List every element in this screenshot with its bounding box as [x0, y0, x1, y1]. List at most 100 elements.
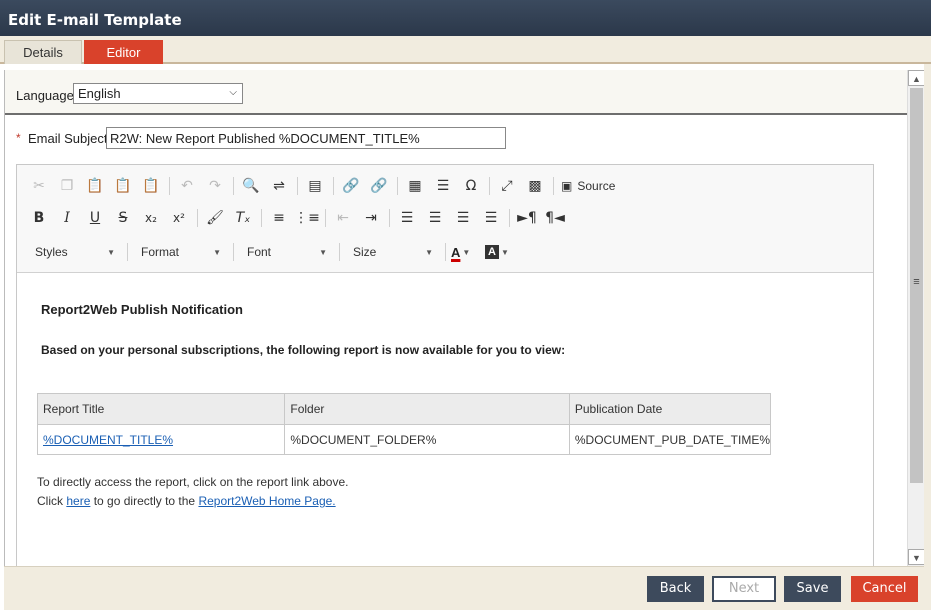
indent-icon[interactable]: ⇥: [359, 206, 383, 230]
home-page-line: Click here to go directly to the Report2…: [37, 494, 336, 508]
text-color-button[interactable]: A ▼: [451, 240, 481, 264]
horizontal-line-icon[interactable]: ☰: [431, 174, 455, 198]
chevron-down-icon: ▼: [425, 247, 433, 257]
background-color-icon: A: [485, 245, 499, 259]
tab-strip: Details Editor: [0, 36, 931, 64]
vertical-scrollbar[interactable]: ▲ ≡ ▼: [907, 70, 925, 566]
toolbar-separator: [169, 177, 170, 195]
copy-format-icon[interactable]: 🖌: [203, 206, 227, 230]
toolbar-separator: [553, 177, 554, 195]
toolbar-row-1: ✂ ❐ 📋 📋 📋 ↶ ↷ 🔍 ⇌ ▤ 🔗 🔗 ▦ ☰ Ω ⤢ ▩ ▣ Sour…: [27, 173, 615, 199]
format-dropdown[interactable]: Format ▼: [133, 240, 227, 264]
save-button[interactable]: Save: [784, 576, 841, 602]
home-page-middle: to go directly to the: [90, 494, 199, 508]
table-header: Folder: [284, 393, 570, 425]
report-title-link[interactable]: %DOCUMENT_TITLE%: [43, 433, 173, 447]
remove-format-icon[interactable]: Tₓ: [231, 206, 255, 230]
toolbar-separator: [233, 243, 234, 261]
align-left-icon[interactable]: ☰: [395, 206, 419, 230]
link-icon[interactable]: 🔗: [339, 174, 363, 198]
find-icon[interactable]: 🔍: [239, 174, 263, 198]
tab-editor[interactable]: Editor: [84, 40, 163, 64]
font-label: Font: [247, 245, 272, 259]
chevron-down-icon: ▼: [319, 247, 327, 257]
styles-dropdown[interactable]: Styles ▼: [27, 240, 121, 264]
paste-icon[interactable]: 📋: [83, 174, 107, 198]
table-icon[interactable]: ▦: [403, 174, 427, 198]
document-intro: Based on your personal subscriptions, th…: [41, 343, 566, 357]
source-button[interactable]: ▣ Source: [561, 179, 615, 193]
background-color-button[interactable]: A ▼: [485, 240, 515, 264]
chevron-down-icon: ▼: [501, 247, 509, 257]
numbered-list-icon[interactable]: ≡: [267, 206, 291, 230]
superscript-icon[interactable]: x²: [167, 206, 191, 230]
editor-toolbar: ✂ ❐ 📋 📋 📋 ↶ ↷ 🔍 ⇌ ▤ 🔗 🔗 ▦ ☰ Ω ⤢ ▩ ▣ Sour…: [17, 165, 873, 273]
bulleted-list-icon[interactable]: ⋮≡: [294, 206, 320, 230]
underline-icon[interactable]: U: [83, 206, 107, 230]
italic-icon[interactable]: I: [55, 206, 79, 230]
language-label: Language: [16, 88, 74, 103]
align-center-icon[interactable]: ☰: [423, 206, 447, 230]
email-subject-label: Email Subject: [28, 131, 108, 146]
select-all-icon[interactable]: ▤: [303, 174, 327, 198]
content-panel: Language English ⌵ * Email Subject R2W: …: [4, 70, 909, 566]
right-edge: [924, 64, 931, 610]
toolbar-separator: [445, 243, 446, 261]
size-label: Size: [353, 245, 377, 259]
align-right-icon[interactable]: ☰: [451, 206, 475, 230]
special-char-icon[interactable]: Ω: [459, 174, 483, 198]
outdent-icon[interactable]: ⇤: [331, 206, 355, 230]
table-cell: %DOCUMENT_TITLE%: [36, 424, 286, 455]
font-dropdown[interactable]: Font ▼: [239, 240, 333, 264]
tab-details[interactable]: Details: [4, 40, 82, 64]
document-title: Report2Web Publish Notification: [41, 302, 243, 317]
access-instructions: To directly access the report, click on …: [37, 475, 349, 489]
table-header: Publication Date: [568, 393, 772, 425]
language-section: Language English ⌵: [5, 70, 909, 115]
justify-icon[interactable]: ☰: [479, 206, 503, 230]
replace-icon[interactable]: ⇌: [267, 174, 291, 198]
back-button[interactable]: Back: [647, 576, 704, 602]
show-blocks-icon[interactable]: ▩: [523, 174, 547, 198]
window-title: Edit E-mail Template: [0, 0, 931, 36]
cut-icon[interactable]: ✂: [27, 174, 51, 198]
subscript-icon[interactable]: x₂: [139, 206, 163, 230]
text-direction-rtl-icon[interactable]: ¶◄: [543, 206, 567, 230]
size-dropdown[interactable]: Size ▼: [345, 240, 439, 264]
language-select[interactable]: English ⌵: [73, 83, 243, 104]
strikethrough-icon[interactable]: S: [111, 206, 135, 230]
toolbar-separator: [197, 209, 198, 227]
table-cell: %DOCUMENT_FOLDER%: [284, 424, 570, 455]
paste-text-icon[interactable]: 📋: [111, 174, 135, 198]
scroll-up-icon[interactable]: ▲: [908, 70, 925, 86]
text-color-icon: A: [451, 244, 461, 260]
maximize-icon[interactable]: ⤢: [495, 174, 519, 198]
rich-text-editor: ✂ ❐ 📋 📋 📋 ↶ ↷ 🔍 ⇌ ▤ 🔗 🔗 ▦ ☰ Ω ⤢ ▩ ▣ Sour…: [16, 164, 874, 566]
chevron-down-icon: ▼: [107, 247, 115, 257]
source-icon: ▣: [561, 179, 573, 193]
toolbar-row-2: B I U S x₂ x² 🖌 Tₓ ≡ ⋮≡ ⇤ ⇥ ☰ ☰ ☰ ☰ ►¶ ¶…: [27, 205, 571, 231]
redo-icon[interactable]: ↷: [203, 174, 227, 198]
cancel-button[interactable]: Cancel: [851, 576, 918, 602]
home-page-link[interactable]: Report2Web Home Page.: [198, 494, 335, 508]
chevron-down-icon: ▼: [462, 247, 471, 257]
chevron-down-icon: ⌵: [229, 87, 237, 98]
email-subject-input[interactable]: R2W: New Report Published %DOCUMENT_TITL…: [106, 127, 506, 149]
toolbar-separator: [261, 209, 262, 227]
here-link[interactable]: here: [66, 494, 90, 508]
undo-icon[interactable]: ↶: [175, 174, 199, 198]
paste-word-icon[interactable]: 📋: [139, 174, 163, 198]
bold-icon[interactable]: B: [27, 206, 51, 230]
text-direction-ltr-icon[interactable]: ►¶: [515, 206, 539, 230]
toolbar-separator: [233, 177, 234, 195]
copy-icon[interactable]: ❐: [55, 174, 79, 198]
toolbar-separator: [297, 177, 298, 195]
format-label: Format: [141, 245, 180, 259]
unlink-icon[interactable]: 🔗: [367, 174, 391, 198]
scroll-down-icon[interactable]: ▼: [908, 549, 925, 565]
editor-document[interactable]: Report2Web Publish Notification Based on…: [17, 274, 873, 566]
table-header-row: Report Title Folder Publication Date: [36, 393, 772, 425]
home-page-prefix: Click: [37, 494, 67, 508]
chevron-down-icon: ▼: [213, 247, 221, 257]
next-button[interactable]: Next: [712, 576, 776, 602]
